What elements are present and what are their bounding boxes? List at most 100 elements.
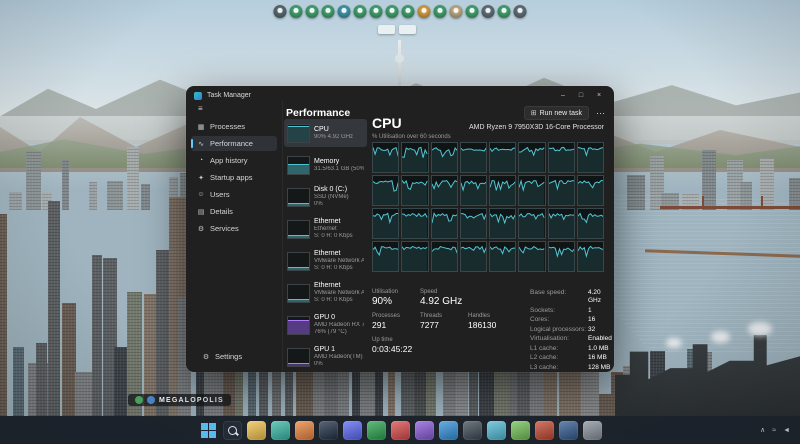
sidebar-item-startup-apps[interactable]: ✦ Startup apps [191,170,277,185]
uptime-value: 0:03:45:22 [372,344,413,354]
taskbar-app-icon[interactable] [558,420,578,440]
stat-label: Processes [372,313,401,319]
cpu-core-graph [459,175,487,206]
city-status-icon[interactable] [135,396,143,404]
info-views-icon[interactable] [481,5,495,18]
taskbar-app-icon[interactable] [270,420,290,440]
economy-tool-icon[interactable] [465,5,479,18]
taskbar-app-icon[interactable] [318,420,338,440]
cpu-core-graph [489,241,517,272]
stat-label: Virtualisation: [530,335,569,342]
disk-mini-graph [287,187,310,207]
network-icon[interactable]: ≈ [772,427,776,434]
cpu-core-graph [372,142,400,173]
roads-tool-icon[interactable] [305,5,319,18]
sidebar-item-details[interactable]: ▤ Details [191,204,277,219]
fire-tool-icon[interactable] [369,5,383,18]
police-tool-icon[interactable] [385,5,399,18]
perf-item-ethernet-3[interactable]: Ethernet VMware Network Ad... S: 0 R: 0 … [284,279,367,307]
sidebar-item-users[interactable]: ☺ Users [191,187,277,202]
taskbar-app-icon[interactable] [246,420,266,440]
perf-item-detail: S: 0 R: 0 Kbps [314,233,353,239]
perf-item-gpu-0[interactable]: GPU 0 AMD Radeon RX 790... 76% (79 °C) [284,311,367,339]
electricity-tool-icon[interactable] [321,5,335,18]
sidebar-item-services[interactable]: ⚙ Services [191,221,277,236]
search-button[interactable] [222,420,242,440]
city-name: MEGALOPOLIS [159,396,224,404]
page-title: Performance [286,107,351,119]
cpu-processor-name: AMD Ryzen 9 7950X3D 16-Core Processor [468,124,604,131]
taskbar-app-icon[interactable] [366,420,386,440]
taskbar-app-icon[interactable] [342,420,362,440]
taskbar-app-icon[interactable] [510,420,530,440]
water-tool-icon[interactable] [337,5,351,18]
game-toolbar-chip[interactable] [399,25,416,34]
sidebar-item-performance[interactable]: ∿ Performance [191,136,277,151]
taskbar-app-icon[interactable] [438,420,458,440]
health-tool-icon[interactable] [353,5,367,18]
sidebar-item-label: Performance [210,139,253,148]
stat-label: Sockets: [530,306,555,314]
stat-value: 4.92 GHz [420,296,463,307]
taskbar-app-icon[interactable] [294,420,314,440]
stat-value: 16 [588,316,596,323]
taskbar-app-icon[interactable] [582,420,602,440]
sidebar-item-label: Details [210,207,233,216]
cpu-core-grid [372,142,604,272]
perf-item-ethernet-1[interactable]: Ethernet Ethernet S: 0 R: 0 Kbps [284,215,367,243]
taskbar-app-icon[interactable] [414,420,434,440]
search-icon [227,425,237,435]
stat-value: 128 MB [588,363,611,371]
zoning-tool-icon[interactable] [289,5,303,18]
perf-item-cpu[interactable]: CPU 90% 4.92 GHz [284,119,367,147]
startup-apps-icon: ✦ [198,174,204,182]
transport-tool-icon[interactable] [417,5,431,18]
sidebar-item-label: Users [210,190,230,199]
sidebar-item-app-history[interactable]: ◔ App history [191,153,277,168]
tray-chevron-up-icon[interactable]: ∧ [760,426,765,434]
industry-tool-icon[interactable] [449,5,463,18]
cpu-core-graph [518,241,546,272]
minimize-button[interactable]: – [554,90,572,102]
window-title: Task Manager [207,92,251,99]
cpu-mini-graph [287,123,310,143]
game-toolbar-chip[interactable] [378,25,395,34]
ethernet-mini-graph [287,251,310,271]
details-icon: ▤ [197,208,205,216]
smoke-plume [666,338,682,348]
parks-tool-icon[interactable] [433,5,447,18]
perf-item-detail: S: 0 R: 0 Kbps [314,297,353,303]
taskbar-app-icon[interactable] [486,420,506,440]
cpu-core-graph [401,175,429,206]
volume-icon[interactable]: ◄ [783,427,790,434]
perf-item-title: Disk 0 (C:) [314,186,348,193]
taskbar-app-icon[interactable] [462,420,482,440]
stat-value: 7277 [420,320,439,330]
taskbar-app-icon[interactable] [390,420,410,440]
close-button[interactable]: × [590,90,608,102]
bulldoze-tool-icon[interactable] [273,5,287,18]
start-button[interactable] [198,420,218,440]
taskbar-app-icon[interactable] [534,420,554,440]
perf-item-detail: VMware Network Ad... [314,290,364,296]
navigation-menu-icon[interactable]: ≡ [198,104,282,113]
perf-item-gpu-1[interactable]: GPU 1 AMD Radeon(TM) Gr... 0% [284,343,367,371]
task-manager-app-icon [194,91,202,100]
city-status-icon[interactable] [147,396,155,404]
maximize-button[interactable]: □ [572,90,590,102]
sidebar-item-processes[interactable]: ▦ Processes [191,119,277,134]
perf-item-disk-0[interactable]: Disk 0 (C:) SSD (NVMe) 0% [284,183,367,211]
stat-label: Logical processors: [530,325,586,333]
photo-mode-icon[interactable] [513,5,527,18]
stat-value: Enabled [588,335,612,342]
stat-label: Base speed: [530,289,567,296]
sidebar-item-settings[interactable]: ⚙ Settings [196,349,272,364]
perf-item-detail: S: 0 R: 0 Kbps [314,265,353,271]
education-tool-icon[interactable] [401,5,415,18]
ethernet-mini-graph [287,283,310,303]
perf-item-ethernet-2[interactable]: Ethernet VMware Network Ad... S: 0 R: 0 … [284,247,367,275]
perf-item-memory[interactable]: Memory 31.5/63.1 GB (50%) [284,151,367,179]
cpu-core-graph [372,208,400,239]
map-tiles-icon[interactable] [497,5,511,18]
taskbar-tray: ∧ ≈ ◄ [760,426,790,435]
